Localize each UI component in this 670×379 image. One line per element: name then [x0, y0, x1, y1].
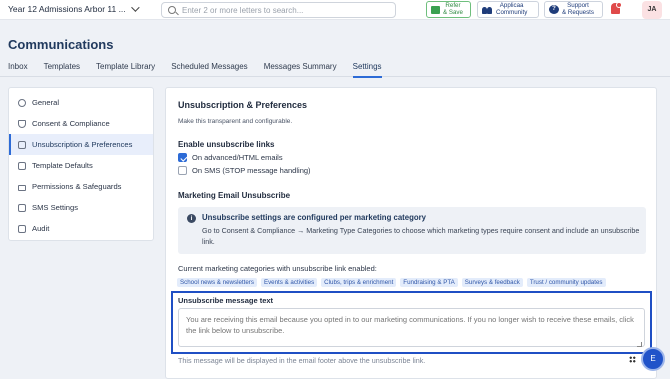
- tab-template-library[interactable]: Template Library: [96, 62, 155, 78]
- sidebar-item-audit[interactable]: Audit: [9, 218, 153, 239]
- lock-icon: [18, 184, 26, 191]
- help-bubble-icon: ?: [549, 5, 559, 14]
- shield-check-icon: [18, 119, 26, 128]
- global-search[interactable]: [161, 2, 396, 18]
- settings-panel: Unsubscription & Preferences Make this t…: [165, 87, 657, 379]
- sidebar-item-label: Unsubscription & Preferences: [32, 140, 133, 149]
- sidebar-item-template-defaults[interactable]: Template Defaults: [9, 155, 153, 176]
- gear-icon: [18, 98, 26, 107]
- people-icon: [482, 6, 493, 14]
- apps-grid-icon[interactable]: [629, 356, 636, 363]
- applicaa-community-button[interactable]: Applicaa Community: [477, 1, 539, 18]
- sidebar-item-permissions-safeguards[interactable]: Permissions & Safeguards: [9, 176, 153, 197]
- clipboard-icon: [18, 224, 26, 233]
- unsubscribe-message-helper: This message will be displayed in the em…: [178, 356, 426, 365]
- info-body: Go to Consent & Compliance → Marketing T…: [202, 226, 640, 246]
- category-chip: Trust / community updates: [526, 278, 606, 287]
- sidebar-item-sms-settings[interactable]: SMS Settings: [9, 197, 153, 218]
- community-label: Applicaa Community: [496, 2, 528, 16]
- section-title: Unsubscription & Preferences: [178, 100, 308, 110]
- html-emails-checkbox[interactable]: [178, 153, 187, 162]
- support-requests-button[interactable]: ? Support & Requests: [544, 1, 603, 18]
- sms-option[interactable]: On SMS (STOP message handling): [178, 166, 311, 175]
- html-emails-option[interactable]: On advanced/HTML emails: [178, 153, 283, 162]
- info-title: Unsubscribe settings are configured per …: [202, 213, 427, 222]
- document-icon: [18, 161, 26, 170]
- school-selector[interactable]: Year 12 Admissions Arbor 11 ...: [8, 3, 140, 14]
- sidebar-item-label: Consent & Compliance: [32, 119, 110, 128]
- gift-icon: [431, 5, 440, 14]
- page-title: Communications: [8, 37, 114, 52]
- html-emails-label: On advanced/HTML emails: [192, 153, 283, 162]
- category-chip: Fundraising & PTA: [400, 278, 458, 287]
- search-input[interactable]: [182, 5, 387, 16]
- tab-templates[interactable]: Templates: [44, 62, 80, 78]
- chevron-down-icon: [130, 3, 140, 12]
- section-subtitle: Make this transparent and configurable.: [178, 118, 293, 125]
- sidebar-item-label: Audit: [32, 224, 50, 233]
- category-chip-list: School news & newsletters Events & activ…: [177, 278, 606, 287]
- unsubscribe-message-highlight: Unsubscribe message text: [171, 291, 652, 354]
- enable-links-heading: Enable unsubscribe links: [178, 140, 275, 149]
- search-icon: [168, 6, 176, 14]
- envelope-icon: [18, 140, 26, 149]
- unsubscribe-message-label: Unsubscribe message text: [178, 296, 274, 305]
- refer-label: Refer & Save: [443, 2, 463, 16]
- settings-sidebar: General Consent & Compliance Unsubscript…: [8, 87, 154, 241]
- message-icon: [18, 203, 26, 212]
- sidebar-item-label: SMS Settings: [32, 203, 79, 212]
- school-name: Year 12 Admissions Arbor 11 ...: [8, 4, 126, 14]
- tab-bar: Inbox Templates Template Library Schedul…: [8, 62, 398, 78]
- category-chip: School news & newsletters: [177, 278, 257, 287]
- refer-and-save-button[interactable]: Refer & Save: [426, 1, 471, 18]
- unsubscribe-message-textarea[interactable]: [178, 308, 645, 347]
- sidebar-item-general[interactable]: General: [9, 92, 153, 113]
- category-chip: Events & activities: [260, 278, 318, 287]
- sms-checkbox[interactable]: [178, 166, 187, 175]
- sidebar-item-label: Template Defaults: [32, 161, 93, 170]
- sidebar-item-label: General: [32, 98, 60, 107]
- support-label: Support & Requests: [562, 2, 594, 16]
- user-avatar[interactable]: JA: [642, 1, 662, 19]
- notification-bell-icon[interactable]: [611, 2, 622, 14]
- info-callout: i Unsubscribe settings are configured pe…: [178, 207, 646, 254]
- info-icon: i: [187, 214, 196, 223]
- assistant-fab-button[interactable]: E: [641, 347, 665, 371]
- top-bar: Year 12 Admissions Arbor 11 ... Refer & …: [0, 0, 670, 20]
- resize-grip-icon[interactable]: [637, 342, 642, 347]
- sidebar-item-label: Permissions & Safeguards: [32, 182, 122, 191]
- tab-scheduled-messages[interactable]: Scheduled Messages: [171, 62, 248, 78]
- category-chip: Surveys & feedback: [461, 278, 523, 287]
- category-chip: Clubs, trips & enrichment: [321, 278, 397, 287]
- marketing-unsubscribe-heading: Marketing Email Unsubscribe: [178, 191, 291, 200]
- sidebar-item-consent-compliance[interactable]: Consent & Compliance: [9, 113, 153, 134]
- tab-inbox[interactable]: Inbox: [8, 62, 28, 78]
- sms-label: On SMS (STOP message handling): [192, 166, 311, 175]
- current-categories-label: Current marketing categories with unsubs…: [178, 264, 377, 273]
- tab-settings[interactable]: Settings: [352, 62, 382, 78]
- sidebar-item-unsubscription-preferences[interactable]: Unsubscription & Preferences: [9, 134, 153, 155]
- tab-messages-summary[interactable]: Messages Summary: [264, 62, 337, 78]
